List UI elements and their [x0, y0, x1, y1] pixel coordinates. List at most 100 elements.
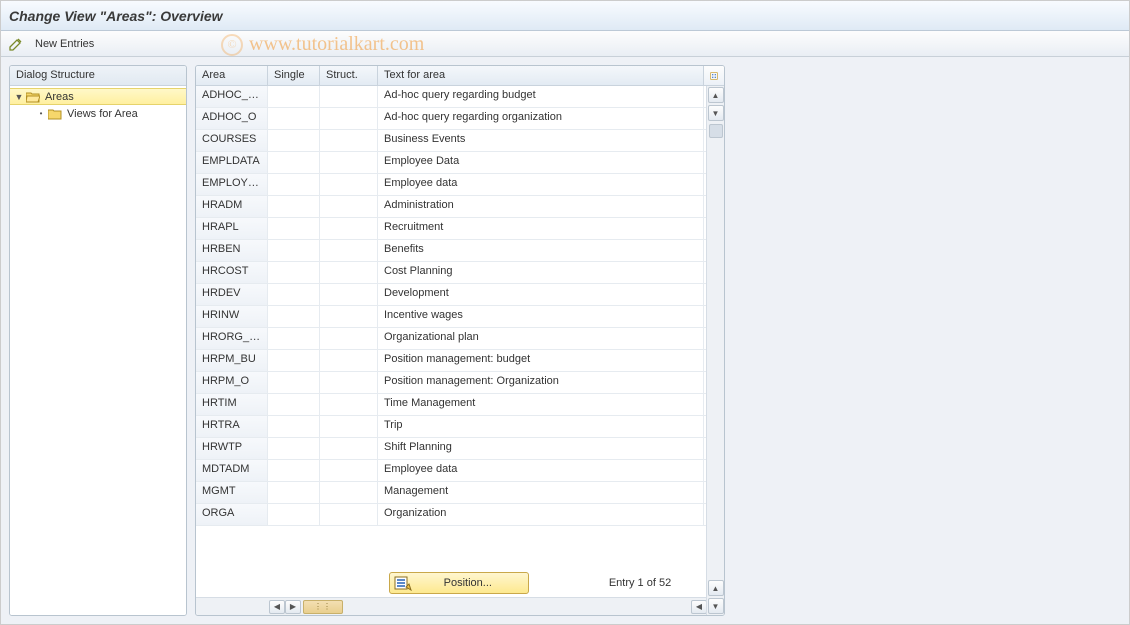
cell-text[interactable]: Ad-hoc query regarding budget	[378, 86, 704, 107]
cell-single[interactable]	[268, 196, 320, 217]
cell-struct[interactable]	[320, 86, 378, 107]
scroll-left-button[interactable]: ◀	[269, 600, 285, 614]
table-row[interactable]: COURSESBusiness Events	[196, 130, 724, 152]
cell-area[interactable]: MDTADM	[196, 460, 268, 481]
col-header-area[interactable]: Area	[196, 66, 268, 85]
cell-single[interactable]	[268, 328, 320, 349]
cell-struct[interactable]	[320, 438, 378, 459]
table-row[interactable]: MDTADM Employee data	[196, 460, 724, 482]
cell-text[interactable]: Organizational plan	[378, 328, 704, 349]
cell-single[interactable]	[268, 262, 320, 283]
col-header-single[interactable]: Single	[268, 66, 320, 85]
cell-struct[interactable]	[320, 504, 378, 525]
edit-icon[interactable]	[7, 35, 25, 53]
position-button[interactable]: Position...	[389, 572, 529, 594]
cell-area[interactable]: HRTIM	[196, 394, 268, 415]
cell-area[interactable]: HRBEN	[196, 240, 268, 261]
table-row[interactable]: HRCOST Cost Planning	[196, 262, 724, 284]
cell-text[interactable]: Shift Planning	[378, 438, 704, 459]
cell-struct[interactable]	[320, 284, 378, 305]
cell-text[interactable]: Administration	[378, 196, 704, 217]
cell-area[interactable]: HRWTP	[196, 438, 268, 459]
cell-single[interactable]	[268, 284, 320, 305]
cell-area[interactable]: ORGA	[196, 504, 268, 525]
table-row[interactable]: HRADM Administration	[196, 196, 724, 218]
cell-text[interactable]: Employee data	[378, 460, 704, 481]
tree-node-areas[interactable]: ▼ Areas	[10, 88, 186, 105]
table-row[interactable]: ADHOC_BU Ad-hoc query regarding budget	[196, 86, 724, 108]
cell-text[interactable]: Organization	[378, 504, 704, 525]
tree-expand-icon[interactable]: ▼	[14, 92, 24, 102]
cell-single[interactable]	[268, 130, 320, 151]
cell-area[interactable]: HRCOST	[196, 262, 268, 283]
cell-area[interactable]: HRPM_O	[196, 372, 268, 393]
cell-single[interactable]	[268, 240, 320, 261]
cell-text[interactable]: Recruitment	[378, 218, 704, 239]
cell-area[interactable]: HRTRA	[196, 416, 268, 437]
cell-struct[interactable]	[320, 460, 378, 481]
table-row[interactable]: ORGA Organization	[196, 504, 724, 526]
cell-text[interactable]: Position management: budget	[378, 350, 704, 371]
cell-single[interactable]	[268, 108, 320, 129]
cell-struct[interactable]	[320, 240, 378, 261]
cell-struct[interactable]	[320, 152, 378, 173]
col-header-struct[interactable]: Struct.	[320, 66, 378, 85]
table-row[interactable]: HRPM_BU Position management: budget	[196, 350, 724, 372]
scroll-down-button[interactable]: ▼	[708, 105, 724, 121]
table-row[interactable]: EMPLOYEEEmployee data	[196, 174, 724, 196]
cell-struct[interactable]	[320, 482, 378, 503]
col-header-text[interactable]: Text for area	[378, 66, 704, 85]
scroll-down-button-2[interactable]: ▼	[708, 598, 724, 614]
cell-text[interactable]: Benefits	[378, 240, 704, 261]
table-row[interactable]: HRTIM Time Management	[196, 394, 724, 416]
cell-text[interactable]: Position management: Organization	[378, 372, 704, 393]
cell-single[interactable]	[268, 372, 320, 393]
cell-single[interactable]	[268, 86, 320, 107]
cell-single[interactable]	[268, 438, 320, 459]
cell-area[interactable]: HRADM	[196, 196, 268, 217]
cell-struct[interactable]	[320, 416, 378, 437]
cell-single[interactable]	[268, 460, 320, 481]
cell-single[interactable]	[268, 174, 320, 195]
cell-struct[interactable]	[320, 372, 378, 393]
cell-area[interactable]: HRORG_ST	[196, 328, 268, 349]
scroll-thumb-horizontal[interactable]: ⋮⋮	[303, 600, 343, 614]
cell-struct[interactable]	[320, 262, 378, 283]
cell-single[interactable]	[268, 350, 320, 371]
cell-struct[interactable]	[320, 108, 378, 129]
cell-area[interactable]: ADHOC_BU	[196, 86, 268, 107]
table-row[interactable]: HRWTP Shift Planning	[196, 438, 724, 460]
cell-struct[interactable]	[320, 130, 378, 151]
table-row[interactable]: HRBEN Benefits	[196, 240, 724, 262]
table-row[interactable]: ADHOC_O Ad-hoc query regarding organizati…	[196, 108, 724, 130]
cell-area[interactable]: MGMT	[196, 482, 268, 503]
cell-single[interactable]	[268, 394, 320, 415]
scroll-up-button[interactable]: ▲	[708, 87, 724, 103]
cell-area[interactable]: EMPLDATA	[196, 152, 268, 173]
cell-area[interactable]: ADHOC_O	[196, 108, 268, 129]
new-entries-button[interactable]: New Entries	[31, 36, 98, 52]
cell-single[interactable]	[268, 482, 320, 503]
cell-single[interactable]	[268, 152, 320, 173]
cell-struct[interactable]	[320, 196, 378, 217]
cell-struct[interactable]	[320, 306, 378, 327]
cell-text[interactable]: Development	[378, 284, 704, 305]
table-settings-button[interactable]	[704, 66, 724, 85]
scroll-track-horizontal[interactable]: ⋮⋮	[303, 600, 689, 614]
cell-single[interactable]	[268, 416, 320, 437]
cell-text[interactable]: Time Management	[378, 394, 704, 415]
cell-text[interactable]: Cost Planning	[378, 262, 704, 283]
cell-text[interactable]: Management	[378, 482, 704, 503]
cell-struct[interactable]	[320, 350, 378, 371]
cell-area[interactable]: HRDEV	[196, 284, 268, 305]
tree-node-views-for-area[interactable]: • Views for Area	[10, 105, 186, 122]
cell-struct[interactable]	[320, 174, 378, 195]
cell-text[interactable]: Ad-hoc query regarding organization	[378, 108, 704, 129]
table-row[interactable]: EMPLDATAEmployee Data	[196, 152, 724, 174]
cell-area[interactable]: HRAPL	[196, 218, 268, 239]
cell-area[interactable]: EMPLOYEE	[196, 174, 268, 195]
table-row[interactable]: MGMT Management	[196, 482, 724, 504]
cell-single[interactable]	[268, 218, 320, 239]
cell-text[interactable]: Trip	[378, 416, 704, 437]
cell-area[interactable]: HRPM_BU	[196, 350, 268, 371]
